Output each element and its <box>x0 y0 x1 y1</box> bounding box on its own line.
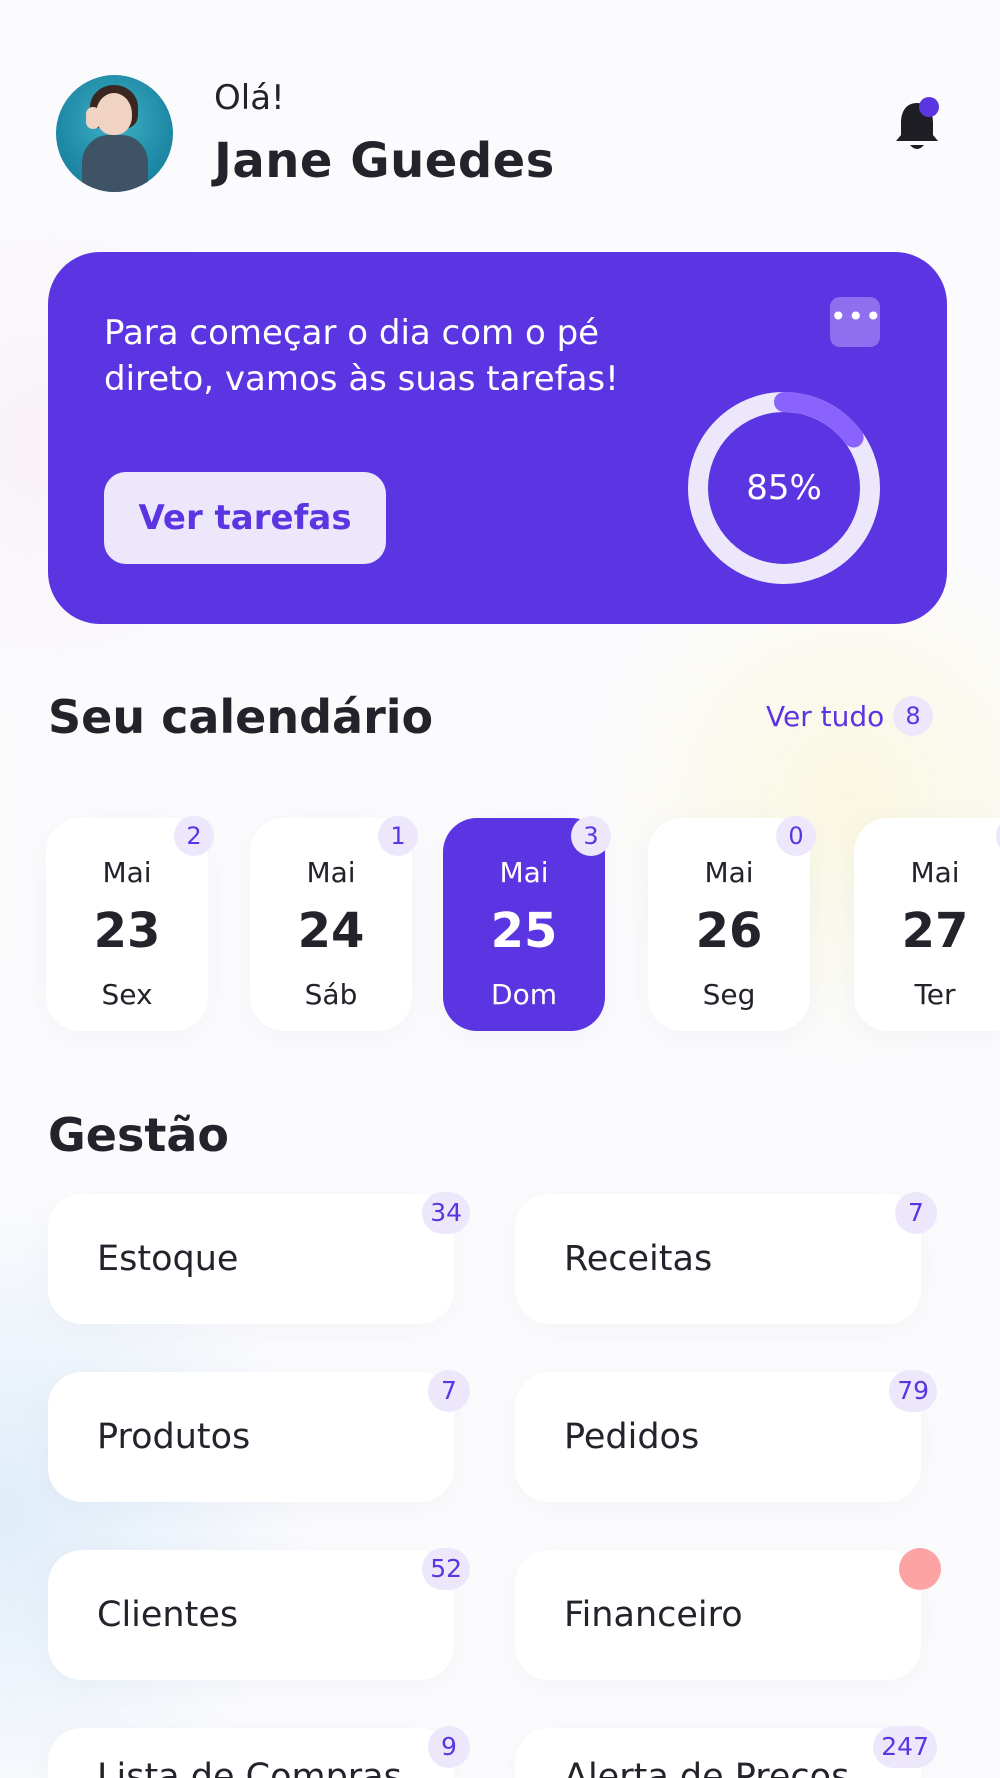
calendar-day[interactable]: Mai 27 Ter <box>854 816 1000 1031</box>
day-month: Mai <box>910 856 960 889</box>
greeting-text: Olá! <box>214 78 285 118</box>
day-count-badge: 2 <box>174 816 214 856</box>
tile-lista-de-compras[interactable]: Lista de Compras 9 <box>48 1726 470 1778</box>
tasks-hero-card: Para começar o dia com o pé direto, vamo… <box>48 252 947 624</box>
day-weekday: Seg <box>702 978 756 1011</box>
tile-pedidos[interactable]: Pedidos 79 <box>515 1370 937 1502</box>
more-horizontal-icon: ••• <box>830 300 883 333</box>
calendar-day[interactable]: Mai 24 Sáb 1 <box>250 816 418 1031</box>
day-count-badge: 0 <box>776 816 816 856</box>
avatar-face <box>96 93 132 135</box>
view-tasks-button[interactable]: Ver tarefas <box>104 472 386 564</box>
tile-label: Pedidos <box>564 1417 700 1457</box>
unread-dot <box>919 97 939 117</box>
tile-receitas[interactable]: Receitas 7 <box>515 1192 937 1324</box>
tile-estoque[interactable]: Estoque 34 <box>48 1192 470 1324</box>
progress-percent: 85% <box>746 468 822 508</box>
tile-label: Produtos <box>97 1417 251 1457</box>
day-count-badge <box>996 816 1000 856</box>
tile-alerta-de-precos[interactable]: Alerta de Preços 247 <box>515 1726 937 1778</box>
user-name: Jane Guedes <box>214 133 555 189</box>
tile-count-badge: 9 <box>428 1726 470 1768</box>
see-all-count-badge: 8 <box>893 696 933 736</box>
calendar-day[interactable]: Mai 26 Seg 0 <box>648 816 816 1031</box>
tile-count-badge: 52 <box>422 1548 470 1590</box>
tile-financeiro[interactable]: Financeiro <box>515 1548 941 1680</box>
tile-label: Lista de Compras <box>97 1757 402 1778</box>
calendar-title: Seu calendário <box>48 690 434 744</box>
calendar-day[interactable]: Mai 23 Sex 2 <box>46 816 214 1031</box>
day-month: Mai <box>704 856 754 889</box>
tile-label: Alerta de Preços <box>564 1757 850 1778</box>
tile-label: Financeiro <box>564 1595 743 1635</box>
tile-clientes[interactable]: Clientes 52 <box>48 1548 470 1680</box>
day-weekday: Sex <box>101 978 153 1011</box>
day-month: Mai <box>102 856 152 889</box>
tile-count-badge: 7 <box>895 1192 937 1234</box>
tile-label: Estoque <box>97 1239 239 1279</box>
hero-message: Para começar o dia com o pé direto, vamo… <box>104 313 619 399</box>
day-month: Mai <box>499 856 549 889</box>
avatar-body <box>82 135 148 192</box>
tile-produtos[interactable]: Produtos 7 <box>48 1370 470 1502</box>
tile-label: Receitas <box>564 1239 713 1279</box>
notification-button[interactable] <box>893 97 941 157</box>
more-options-button[interactable]: ••• <box>830 297 883 347</box>
day-number: 23 <box>93 903 161 959</box>
day-number: 25 <box>490 903 558 959</box>
day-weekday: Sáb <box>304 978 358 1011</box>
avatar[interactable] <box>56 75 173 192</box>
tile-count-badge: 7 <box>428 1370 470 1412</box>
tile-label: Clientes <box>97 1595 239 1635</box>
avatar-hand <box>86 107 100 129</box>
day-count-badge: 1 <box>378 816 418 856</box>
calendar-day-selected[interactable]: Mai 25 Dom 3 <box>443 816 611 1031</box>
tile-count-badge: 34 <box>422 1192 470 1234</box>
progress-ring: 85% <box>686 390 882 586</box>
day-count-badge: 3 <box>571 816 611 856</box>
alert-dot <box>899 1548 941 1590</box>
tile-count-badge: 247 <box>873 1726 937 1768</box>
tile-count-badge: 79 <box>889 1370 937 1412</box>
see-all-link[interactable]: Ver tudo <box>766 700 884 733</box>
day-month: Mai <box>306 856 356 889</box>
management-title: Gestão <box>48 1108 229 1162</box>
day-weekday: Ter <box>914 978 956 1011</box>
day-number: 24 <box>297 903 365 959</box>
day-weekday: Dom <box>491 978 557 1011</box>
day-number: 27 <box>901 903 969 959</box>
day-number: 26 <box>695 903 763 959</box>
